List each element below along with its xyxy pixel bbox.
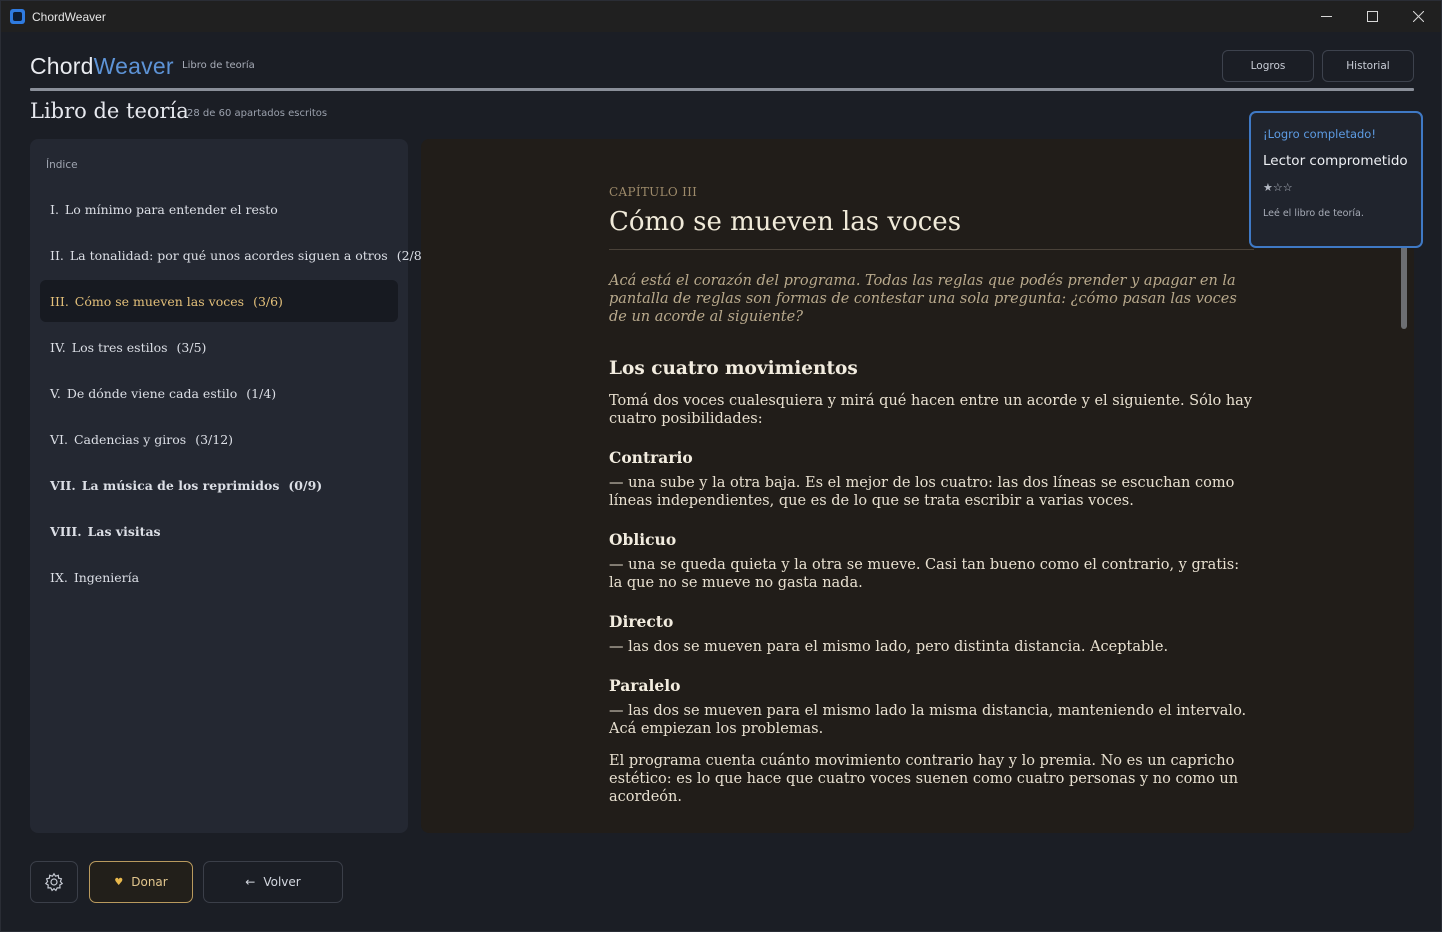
title-bar: ChordWeaver (1, 1, 1441, 32)
chapter-progress-count: (1/4) (246, 385, 277, 401)
chapter-label: La música de los reprimidos (81, 477, 280, 493)
sidebar-chapter-item[interactable]: V. De dónde viene cada estilo (1/4) (40, 372, 398, 414)
toast-title: Lector comprometido (1263, 153, 1408, 169)
chapter-label: La tonalidad: por qué unos acordes sigue… (69, 247, 388, 263)
chapter-number: III. (50, 293, 69, 309)
chapter-label: Las visitas (87, 523, 161, 539)
chapter-number: IV. (50, 339, 66, 355)
chapter-label: De dónde viene cada estilo (66, 385, 238, 401)
back-label: Volver (263, 875, 301, 889)
chapter-label: CAPÍTULO III (609, 185, 698, 199)
chapter-number: V. (50, 385, 61, 401)
chapter-progress-count: (0/9) (288, 477, 323, 493)
chapter-progress-count: (3/5) (176, 339, 207, 355)
sidebar-index: Índice I. Lo mínimo para entender el rest… (30, 139, 427, 833)
chapter-progress-count: (3/12) (195, 431, 234, 447)
app-logo-icon (10, 9, 25, 24)
closing-paragraph: El programa cuenta cuánto movimiento con… (609, 753, 1239, 805)
sidebar-chapter-item[interactable]: VI. Cadencias y giros (3/12) (40, 418, 398, 460)
chapter-number: II. (50, 247, 64, 263)
brand-main: Chord (30, 53, 94, 79)
movement-text: — una se queda quieta y la otra se mueve… (609, 557, 1240, 591)
toast-description: Leé el libro de teoría. (1263, 208, 1364, 219)
minimize-icon (1320, 16, 1332, 17)
page-title: Libro de teoría (30, 99, 189, 123)
brand-logo: ChordWeaver (30, 53, 174, 80)
back-button[interactable]: ← Volver (203, 861, 343, 903)
maximize-icon (1366, 11, 1378, 22)
movement-text: — las dos se mueven para el mismo lado l… (609, 703, 1247, 737)
movement-text: — una sube y la otra baja. Es el mejor d… (609, 475, 1235, 509)
reader-scrollbar[interactable] (1401, 243, 1407, 329)
chapter-label: Los tres estilos (71, 339, 168, 355)
sidebar-heading: Índice (46, 159, 78, 171)
toast-tag: ¡Logro completado! (1263, 127, 1376, 141)
chapter-divider (609, 249, 1254, 250)
movement-term: Contrario (609, 448, 693, 467)
sidebar-chapter-item[interactable]: IV. Los tres estilos (3/5) (40, 326, 398, 368)
history-button[interactable]: Historial (1322, 50, 1414, 82)
header-divider (30, 88, 1414, 91)
chapter-label: Cómo se mueven las voces (74, 293, 245, 309)
movement-text: — las dos se mueven para el mismo lado, … (609, 639, 1169, 655)
chapter-number: VII. (50, 477, 76, 493)
chapter-intro: Acá está el corazón del programa. Todas … (609, 273, 1237, 325)
sidebar-chapter-item[interactable]: VII. La música de los reprimidos (0/9) (40, 464, 398, 506)
donate-label: Donar (131, 875, 168, 889)
toast-stars: ★☆☆ (1263, 181, 1293, 194)
arrow-left-icon: ← (245, 875, 256, 889)
heart-icon: ♥ (114, 876, 124, 888)
minimize-button[interactable] (1303, 1, 1349, 32)
window-controls (1303, 1, 1441, 32)
movement-term: Paralelo (609, 676, 681, 695)
chapter-number: VIII. (50, 523, 82, 539)
header-section-label: Libro de teoría (182, 60, 255, 71)
chapter-label: Ingeniería (73, 569, 140, 585)
movement-term: Directo (609, 612, 674, 631)
close-icon (1412, 11, 1424, 22)
page-progress: 28 de 60 apartados escritos (187, 108, 328, 119)
donate-button[interactable]: ♥ Donar (89, 861, 193, 903)
window-title: ChordWeaver (32, 9, 106, 24)
settings-button[interactable] (30, 861, 78, 903)
sidebar-chapter-item[interactable]: I. Lo mínimo para entender el resto (40, 188, 398, 230)
app-window: ChordWeaver ChordWeaver Libro de teoría … (0, 0, 1442, 932)
sidebar-chapter-item[interactable]: II. La tonalidad: por qué unos acordes si… (40, 234, 427, 276)
chapter-title: Cómo se mueven las voces (609, 207, 962, 237)
maximize-button[interactable] (1349, 1, 1395, 32)
sidebar-chapter-item[interactable]: III. Cómo se mueven las voces (3/6) (40, 280, 398, 322)
close-button[interactable] (1395, 1, 1441, 32)
gear-icon (44, 872, 64, 892)
section-title: Los cuatro movimientos (609, 358, 858, 379)
achievement-toast[interactable]: ¡Logro completado! Lector comprometido ★… (1249, 111, 1423, 248)
achievements-button[interactable]: Logros (1222, 50, 1314, 82)
chapter-number: VI. (50, 431, 68, 447)
brand-accent: Weaver (93, 53, 174, 79)
article: CAPÍTULO III Cómo se mueven las voces Ac… (609, 185, 1254, 806)
chapter-progress-count: (3/6) (253, 293, 283, 309)
movement-term: Oblicuo (609, 530, 677, 549)
section-intro: Tomá dos voces cualesquiera y mirá qué h… (609, 393, 1252, 427)
chapter-label: Lo mínimo para entender el resto (64, 201, 278, 217)
sidebar-chapter-item[interactable]: VIII. Las visitas (40, 510, 398, 552)
chapter-number: IX. (50, 569, 68, 585)
sidebar-chapter-item[interactable]: IX. Ingeniería (40, 556, 398, 598)
chapter-number: I. (50, 201, 59, 217)
chapter-label: Cadencias y giros (73, 431, 187, 447)
